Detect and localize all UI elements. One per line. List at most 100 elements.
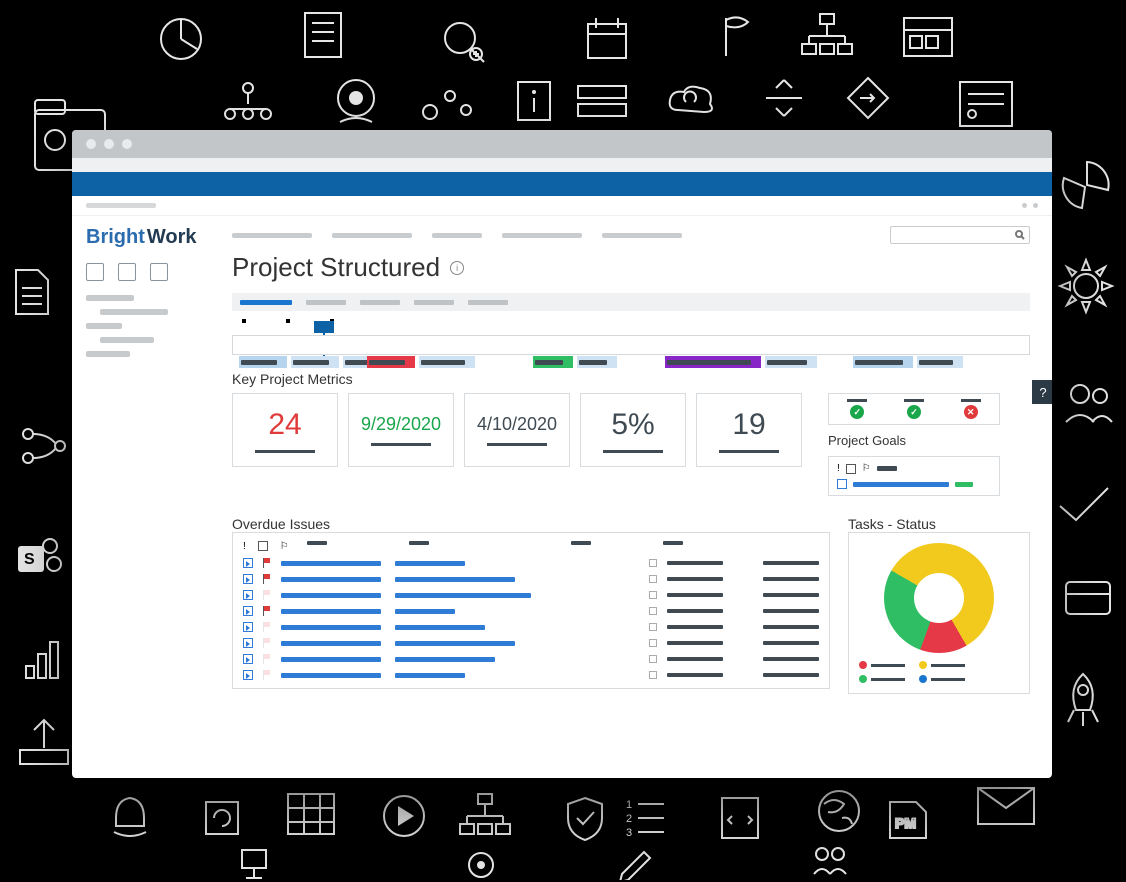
window-control-icon[interactable] [104,139,114,149]
nav-item[interactable] [232,233,312,238]
issue-row[interactable] [243,606,819,616]
col-header[interactable] [663,541,683,545]
checkbox-icon[interactable] [846,464,856,474]
timeline-segment[interactable] [367,356,415,368]
sidebar-item[interactable] [86,351,130,357]
play-icon[interactable] [243,574,253,584]
nav-item[interactable] [502,233,582,238]
sidebar-nav [86,295,208,357]
issue-row[interactable] [243,622,819,632]
play-icon[interactable] [243,638,253,648]
sidebar-item[interactable] [86,323,122,329]
nav-item[interactable] [332,233,412,238]
checkbox-icon[interactable] [649,559,657,567]
metric-card[interactable]: 9/29/2020 [348,393,454,467]
legend-label [871,664,905,667]
tab-active[interactable] [240,300,292,305]
directions-icon [840,72,896,124]
play-icon[interactable] [243,654,253,664]
sidebar-item[interactable] [100,337,154,343]
metric-card[interactable]: 19 [696,393,802,467]
metrics-title: Key Project Metrics [232,371,1030,387]
tab-control-icon[interactable] [1033,203,1038,208]
action-list-icon[interactable] [150,263,168,281]
goals-card: !⚐ [828,456,1000,496]
checkbox-icon[interactable] [649,575,657,583]
checkbox-icon[interactable] [649,623,657,631]
sidebar-actions [86,263,208,281]
sidebar-item[interactable] [100,309,168,315]
issue-meta [667,641,723,645]
timeline-segment[interactable] [419,356,475,368]
search-icon [1015,230,1025,240]
timeline-segment[interactable] [917,356,963,368]
issue-row[interactable] [243,590,819,600]
legend-item [859,675,905,683]
timeline-marker-icon[interactable] [314,321,334,333]
checkbox-icon[interactable] [649,607,657,615]
checkbox-icon[interactable] [649,671,657,679]
timeline-segment[interactable] [291,356,339,368]
tab-placeholder[interactable] [86,203,156,208]
legend-item [859,661,905,669]
timeline-segment[interactable] [239,356,287,368]
window-control-icon[interactable] [122,139,132,149]
issue-assignee-bar [395,657,495,662]
tab-item[interactable] [414,300,454,305]
timeline-segment[interactable] [853,356,913,368]
checkbox-icon[interactable] [649,655,657,663]
metric-card[interactable]: 4/10/2020 [464,393,570,467]
issue-row[interactable] [243,670,819,680]
metric-card[interactable]: 24 [232,393,338,467]
svg-text:2: 2 [626,813,632,825]
metric-card[interactable]: 5% [580,393,686,467]
issue-row[interactable] [243,654,819,664]
tab-item[interactable] [468,300,508,305]
sidebar-item[interactable] [86,295,134,301]
circle-dot-icon [466,850,496,880]
brand-logo[interactable]: BrightWork [86,226,208,249]
help-tab[interactable]: ? [1032,380,1052,404]
timeline-segment[interactable] [533,356,573,368]
checkbox-icon[interactable] [649,591,657,599]
issue-row[interactable] [243,574,819,584]
tab-control-icon[interactable] [1022,203,1027,208]
git-branch-icon [18,424,70,468]
col-header[interactable] [409,541,429,545]
play-icon[interactable] [243,558,253,568]
legend-color-icon [859,675,867,683]
col-header[interactable] [307,541,327,545]
play-icon[interactable] [243,670,253,680]
play-icon[interactable] [243,622,253,632]
issue-row[interactable] [243,558,819,568]
browser-address-bar[interactable] [72,158,1052,172]
timeline-segment[interactable] [577,356,617,368]
play-icon[interactable] [243,590,253,600]
action-share-icon[interactable] [86,263,104,281]
info-icon[interactable]: i [450,261,464,275]
nav-item[interactable] [432,233,482,238]
browser-tabs-row [72,196,1052,216]
nav-item[interactable] [602,233,682,238]
col-header[interactable] [571,541,591,545]
play-icon[interactable] [243,606,253,616]
timeline-segment[interactable] [665,356,761,368]
metric-value: 24 [268,408,301,442]
issue-assignee-bar [395,609,455,614]
issue-row[interactable] [243,638,819,648]
priority-icon: ! [837,463,840,474]
checkbox-icon[interactable] [649,639,657,647]
window-control-icon[interactable] [86,139,96,149]
search-input[interactable] [890,226,1030,244]
action-move-icon[interactable] [118,263,136,281]
issue-meta [667,673,723,677]
play-icon[interactable] [837,479,847,489]
refresh-doc-icon [200,796,244,840]
timeline[interactable] [232,319,1030,357]
tab-item[interactable] [306,300,346,305]
people-icon [810,844,850,878]
tasks-status-card [848,532,1030,694]
tab-item[interactable] [360,300,400,305]
issue-assignee-bar [395,593,531,598]
timeline-segment[interactable] [765,356,817,368]
